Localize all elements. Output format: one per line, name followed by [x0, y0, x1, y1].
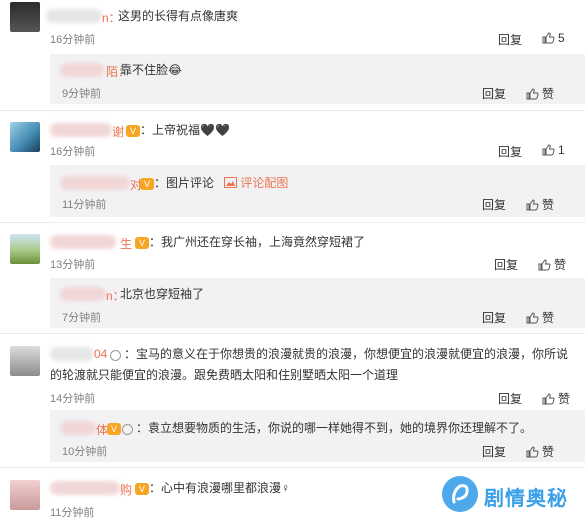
comment-text: 靠不住脸😂: [120, 63, 183, 77]
avatar[interactable]: [10, 2, 40, 32]
comment-3: 谢 V ：上帝祝福🖤🖤 16分钟前 回复 1: [0, 112, 585, 162]
username-tail[interactable]: 购: [120, 481, 132, 498]
like-count: 赞: [542, 198, 555, 212]
reply-button[interactable]: 回复: [498, 143, 522, 160]
comment-5: 生 V ：我广州还在穿长袖，上海竟然穿短裙了 13分钟前 回复 赞: [0, 224, 585, 276]
timestamp: 9分钟前: [62, 88, 102, 100]
vip-badge-icon: V: [126, 125, 140, 137]
username[interactable]: [50, 123, 112, 137]
comment-text: ：我广州还在穿长袖，上海竟然穿短裙了: [149, 235, 366, 249]
medal-icon: [110, 350, 121, 361]
watermark-logo-icon: [442, 476, 478, 512]
like-button[interactable]: 5: [542, 31, 565, 45]
thumb-up-icon: [538, 259, 551, 271]
comment-text-line-1: ：宝马的意义在于你想贵的浪漫就贵的浪漫，你想便宜的浪漫就便宜的浪漫，你所说: [124, 347, 569, 361]
thumb-up-icon: [542, 144, 555, 156]
like-button[interactable]: 赞: [538, 256, 566, 273]
like-count: 1: [558, 143, 565, 157]
divider: [0, 467, 585, 468]
avatar[interactable]: [10, 480, 40, 510]
like-button[interactable]: 赞: [542, 390, 570, 407]
like-button[interactable]: 1: [542, 143, 565, 157]
timestamp: 10分钟前: [62, 446, 108, 458]
like-button[interactable]: 赞: [526, 196, 554, 213]
timestamp: 11分钟前: [50, 507, 95, 519]
image-comment-link[interactable]: 评论配图: [224, 174, 288, 192]
username[interactable]: [50, 347, 94, 361]
timestamp: 16分钟前: [50, 34, 96, 46]
thumb-up-icon: [526, 199, 539, 211]
username-tail[interactable]: 谢: [112, 123, 124, 140]
reply-button[interactable]: 回复: [482, 443, 506, 460]
image-comment-label[interactable]: 评论配图: [240, 176, 288, 190]
medal-icon: [122, 424, 133, 435]
divider: [0, 333, 585, 334]
reply-button[interactable]: 回复: [482, 196, 506, 213]
avatar[interactable]: [10, 346, 40, 376]
like-count: 赞: [542, 87, 555, 101]
comment-text: ：心中有浪漫哪里都浪漫♀: [149, 481, 291, 495]
reply-button[interactable]: 回复: [494, 256, 518, 273]
like-button[interactable]: 赞: [526, 443, 554, 460]
like-count: 赞: [542, 445, 555, 459]
like-count: 赞: [554, 258, 567, 272]
comment-8: 体 V ：袁立想要物质的生活，你说的哪一样她得不到，她的境界你还理解不了。 10…: [0, 410, 585, 462]
like-button[interactable]: 赞: [526, 309, 554, 326]
timestamp: 16分钟前: [50, 146, 96, 158]
comment-text-line-2: 的轮渡就只能便宜的浪漫。跟免费晒太阳和住别墅晒太阳一个道理: [50, 368, 399, 382]
vip-badge-icon: V: [135, 237, 149, 249]
avatar[interactable]: [10, 122, 40, 152]
like-count: 5: [558, 31, 565, 45]
username[interactable]: [46, 9, 102, 23]
thumb-up-icon: [526, 446, 539, 458]
username[interactable]: [50, 481, 120, 495]
comment-1: n： 这男的长得有点像唐爽 16分钟前 回复 5: [0, 0, 585, 48]
divider: [0, 110, 585, 111]
comment-text: ：上帝祝福🖤🖤: [140, 123, 230, 137]
watermark: 剧情奥秘: [440, 470, 580, 518]
watermark-text: 剧情奥秘: [484, 488, 568, 510]
like-count: 赞: [558, 392, 571, 406]
comment-4: 对 V ：图片评论 评论配图 11分钟前 回复 赞: [0, 165, 585, 217]
like-count: 赞: [542, 311, 555, 325]
timestamp: 14分钟前: [50, 393, 96, 405]
reply-button[interactable]: 回复: [498, 390, 522, 407]
thumb-up-icon: [526, 88, 539, 100]
reply-button[interactable]: 回复: [498, 31, 522, 48]
comment-text: 这男的长得有点像唐爽: [118, 9, 239, 23]
username[interactable]: [50, 235, 116, 249]
reply-button[interactable]: 回复: [482, 85, 506, 102]
comment-6: n： 北京也穿短袖了 7分钟前 回复 赞: [0, 278, 585, 328]
timestamp: 11分钟前: [62, 199, 107, 211]
reply-button[interactable]: 回复: [482, 309, 506, 326]
username-tail[interactable]: 生: [120, 235, 132, 252]
vip-badge-icon: V: [140, 178, 154, 190]
timestamp: 13分钟前: [50, 259, 96, 271]
like-button[interactable]: 赞: [526, 85, 554, 102]
comment-2: 陌： 靠不住脸😂 9分钟前 回复 赞: [0, 54, 585, 104]
comment-text: ：袁立想要物质的生活，你说的哪一样她得不到，她的境界你还理解不了。: [136, 421, 533, 435]
vip-badge-icon: V: [135, 483, 149, 495]
comment-text: 北京也穿短袖了: [120, 287, 205, 301]
comment-7: 04 ：宝马的意义在于你想贵的浪漫就贵的浪漫，你想便宜的浪漫就便宜的浪漫，你所说…: [0, 336, 585, 406]
thumb-up-icon: [542, 393, 555, 405]
comment-text: ：图片评论: [154, 176, 215, 190]
divider: [0, 222, 585, 223]
vip-badge-icon: V: [107, 423, 121, 435]
thumb-up-icon: [526, 312, 539, 324]
thumb-up-icon: [542, 32, 555, 44]
username-tail[interactable]: 04: [94, 347, 107, 361]
timestamp: 7分钟前: [62, 312, 102, 324]
image-icon: [224, 177, 237, 188]
avatar[interactable]: [10, 234, 40, 264]
